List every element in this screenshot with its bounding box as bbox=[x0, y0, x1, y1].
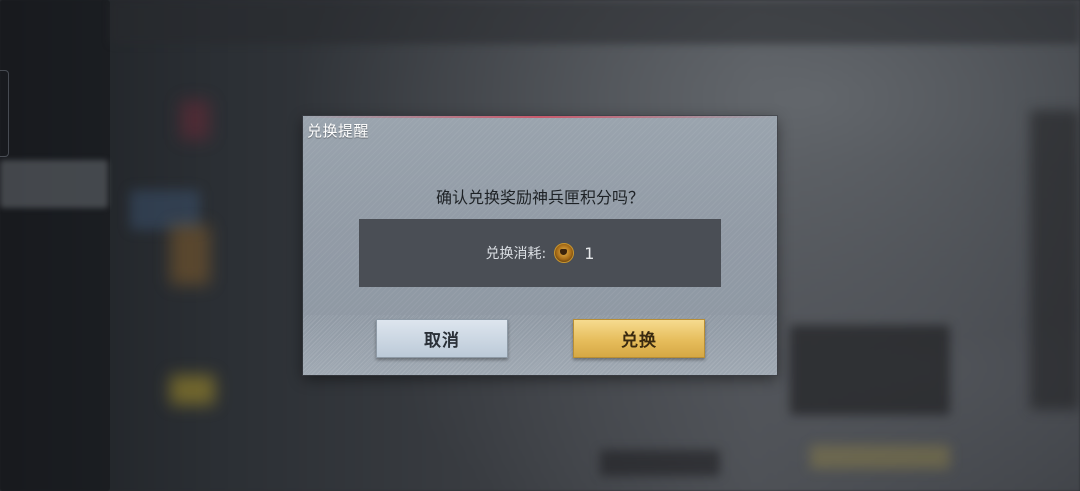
cost-label: 兑换消耗: bbox=[485, 246, 547, 262]
background-right-pillar bbox=[1030, 110, 1080, 410]
background-bottom-button bbox=[600, 450, 720, 476]
dialog-message: 确认兑换奖励神兵匣积分吗？ bbox=[435, 188, 644, 207]
background-gold-button bbox=[810, 445, 950, 469]
bronze-medal-icon bbox=[554, 243, 575, 263]
cost-value: 1 bbox=[584, 243, 595, 263]
dialog-title: 兑换提醒 bbox=[307, 122, 370, 140]
background-item-orange bbox=[170, 225, 210, 285]
background-item-gold bbox=[170, 375, 215, 405]
exchange-button[interactable]: 兑换 bbox=[573, 319, 705, 358]
dialog-footer-shade bbox=[303, 315, 777, 375]
exchange-dialog: 兑换提醒 确认兑换奖励神兵匣积分吗？ 兑换消耗: 1 取消 兑换 bbox=[303, 116, 777, 375]
background-left-menu bbox=[0, 0, 110, 491]
background-top-bar bbox=[110, 0, 1080, 44]
background-side-handle bbox=[0, 70, 9, 157]
background-item-blue bbox=[130, 190, 200, 230]
background-selected-tab bbox=[0, 160, 108, 208]
background-item-red bbox=[180, 100, 210, 140]
cost-panel: 兑换消耗: 1 bbox=[359, 219, 721, 287]
cancel-button[interactable]: 取消 bbox=[376, 319, 508, 358]
background-dark-block bbox=[790, 325, 950, 415]
